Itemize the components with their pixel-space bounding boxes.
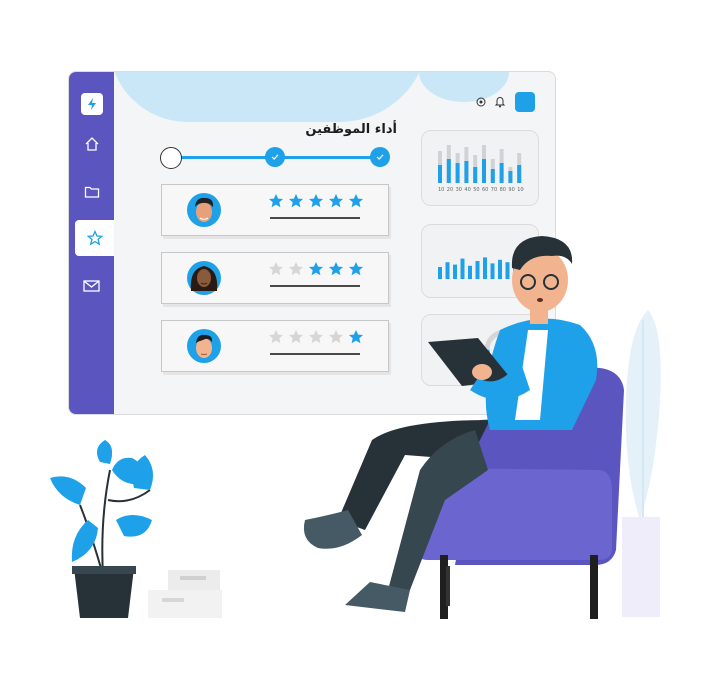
storage-boxes: [148, 570, 222, 618]
potted-plant: [50, 440, 154, 618]
illustration: [50, 236, 661, 619]
decor-plant-right: [622, 310, 661, 617]
